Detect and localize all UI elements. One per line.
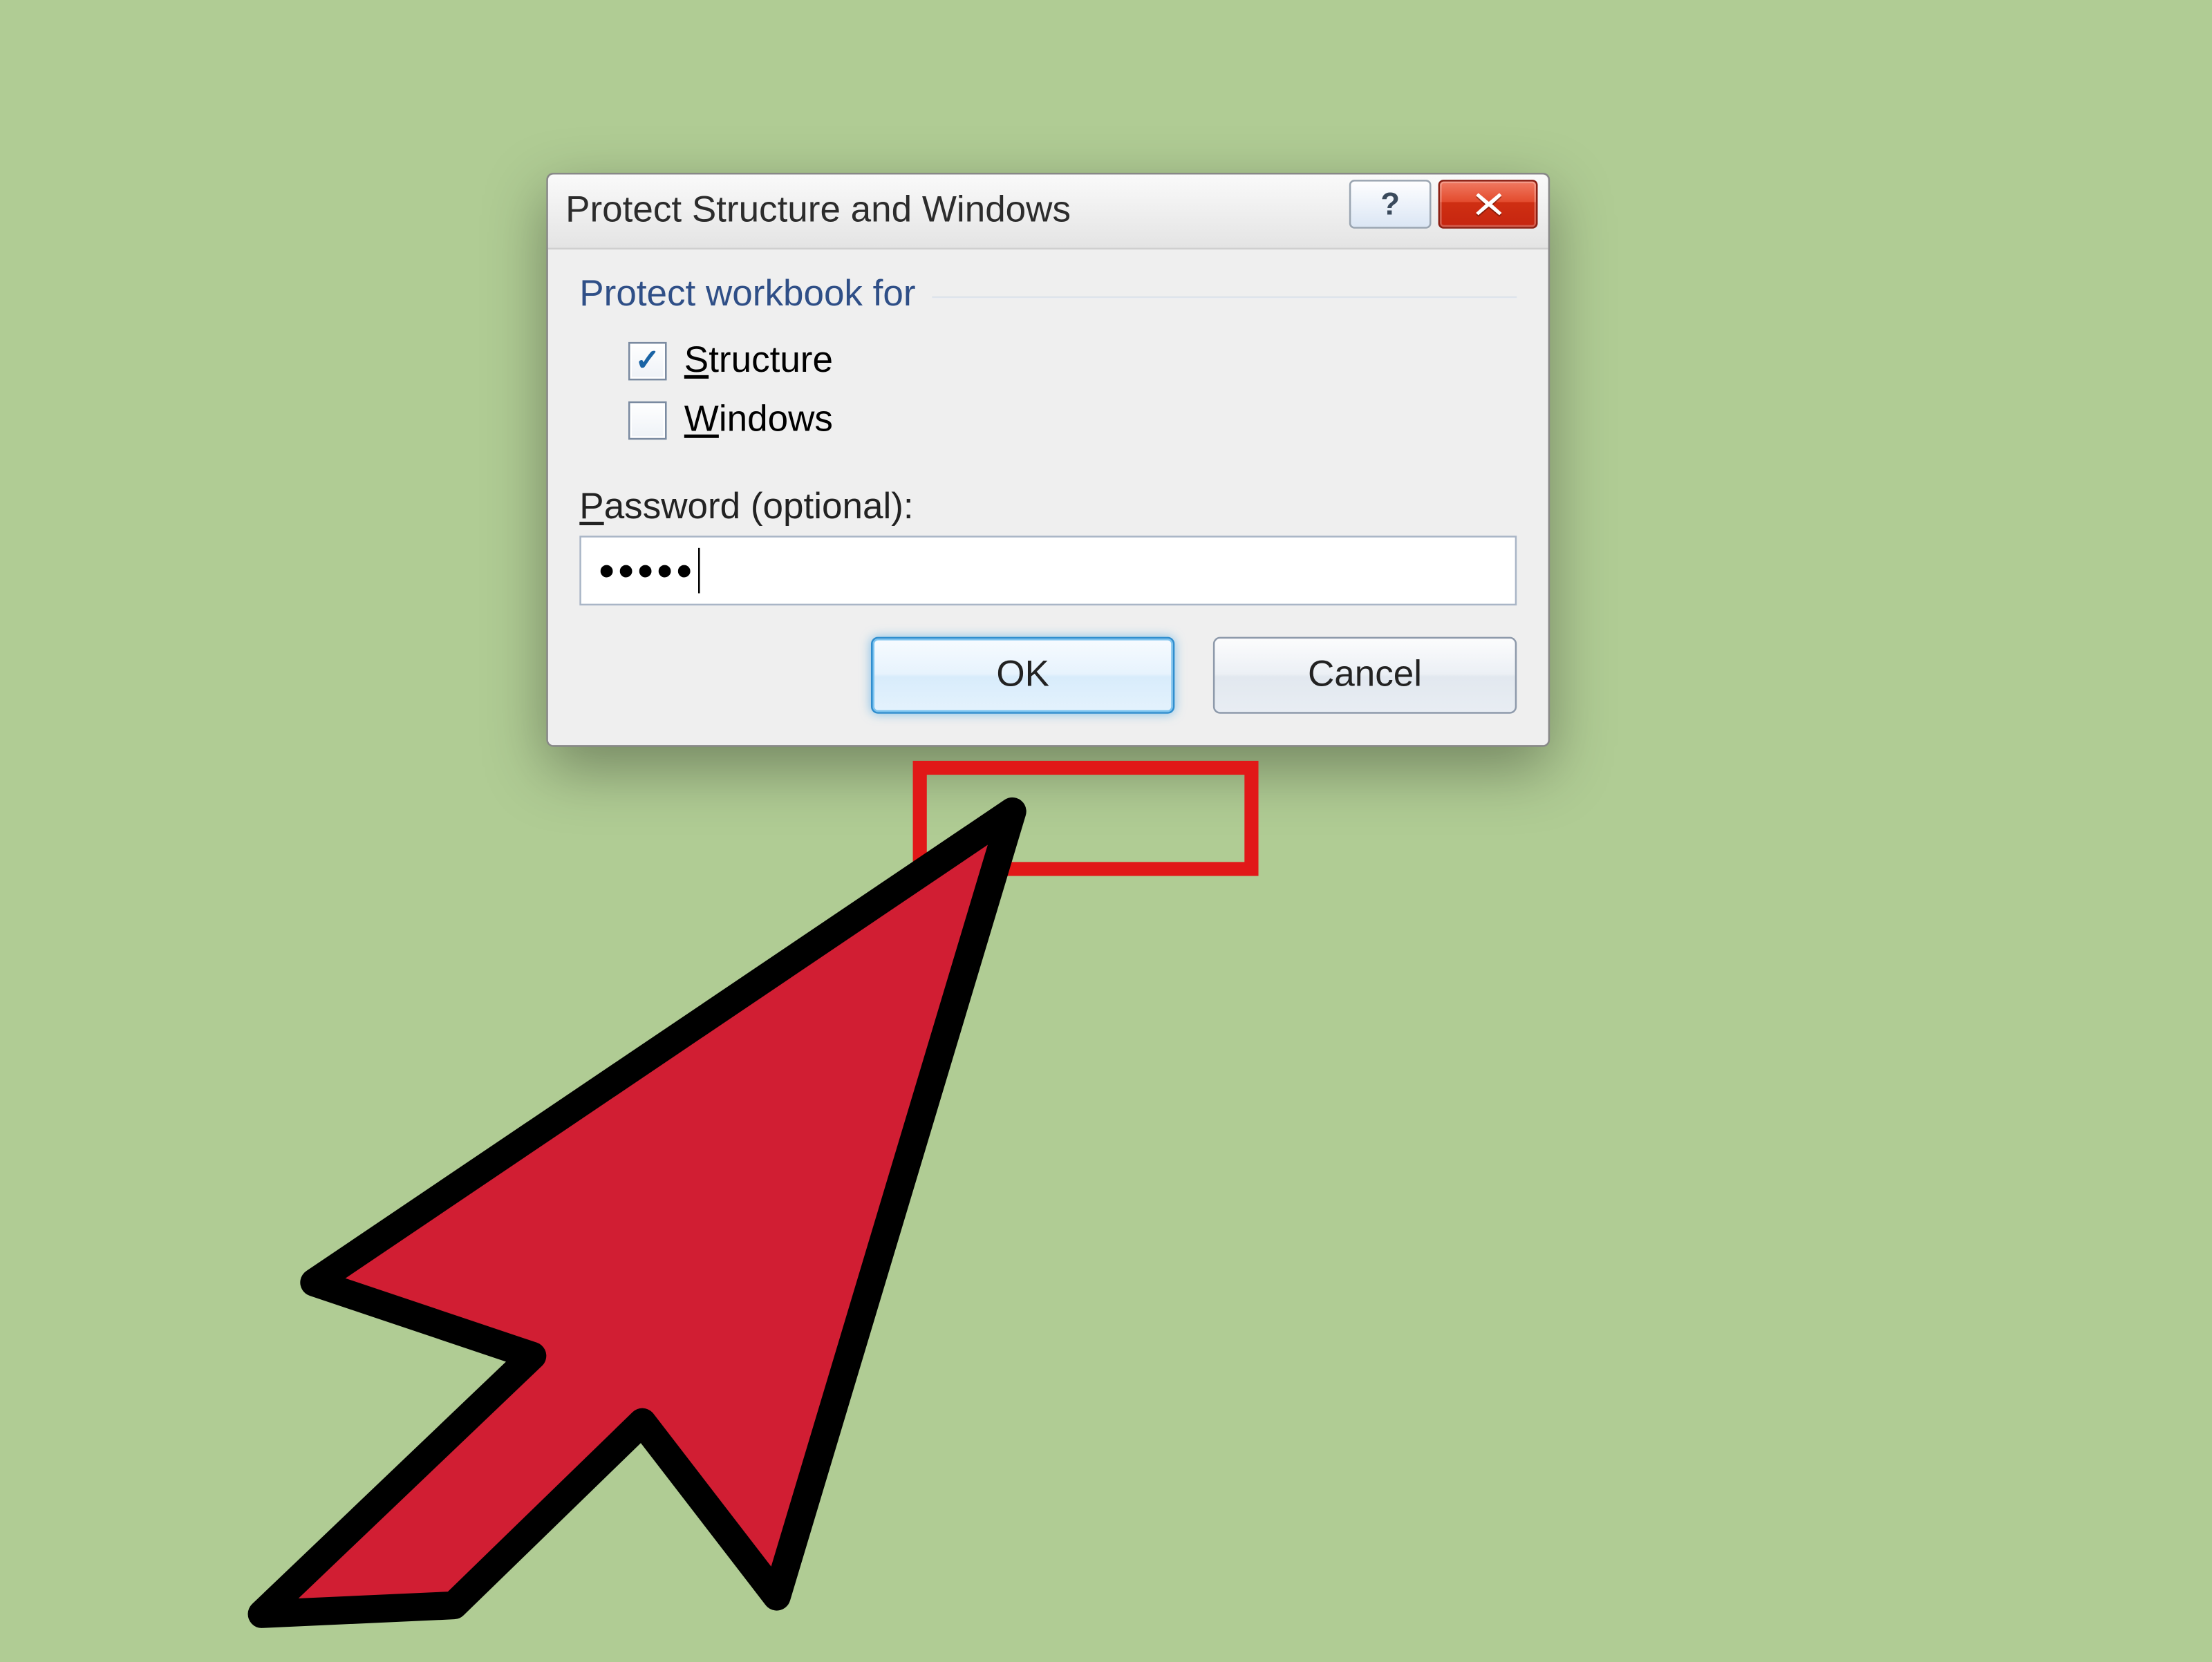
cursor-arrow-annotation	[192, 742, 1065, 1649]
dialog-body: Protect workbook for Structure Windows P…	[548, 249, 1548, 745]
close-icon	[1474, 192, 1501, 216]
ok-highlight-annotation	[913, 761, 1259, 876]
checkbox-structure[interactable]	[628, 342, 667, 381]
close-button[interactable]	[1438, 180, 1538, 229]
checkbox-windows-label: Windows	[684, 399, 833, 442]
password-value: •••••	[599, 544, 695, 598]
checkbox-structure-label: Structure	[684, 340, 833, 382]
protect-structure-dialog: Protect Structure and Windows ? Protect …	[546, 173, 1550, 747]
checkbox-windows-row[interactable]: Windows	[628, 399, 1517, 442]
checkbox-structure-row[interactable]: Structure	[628, 340, 1517, 382]
group-label: Protect workbook for	[579, 274, 1517, 316]
question-mark-icon: ?	[1380, 186, 1400, 223]
password-label: Password (optional):	[579, 487, 1517, 529]
dialog-title: Protect Structure and Windows	[565, 190, 1349, 232]
text-caret	[697, 548, 700, 594]
help-button[interactable]: ?	[1349, 180, 1432, 229]
titlebar[interactable]: Protect Structure and Windows ?	[548, 175, 1548, 250]
checkbox-windows[interactable]	[628, 402, 667, 440]
password-input[interactable]: •••••	[579, 536, 1517, 605]
ok-button[interactable]: OK	[871, 637, 1174, 714]
cancel-button[interactable]: Cancel	[1213, 637, 1517, 714]
